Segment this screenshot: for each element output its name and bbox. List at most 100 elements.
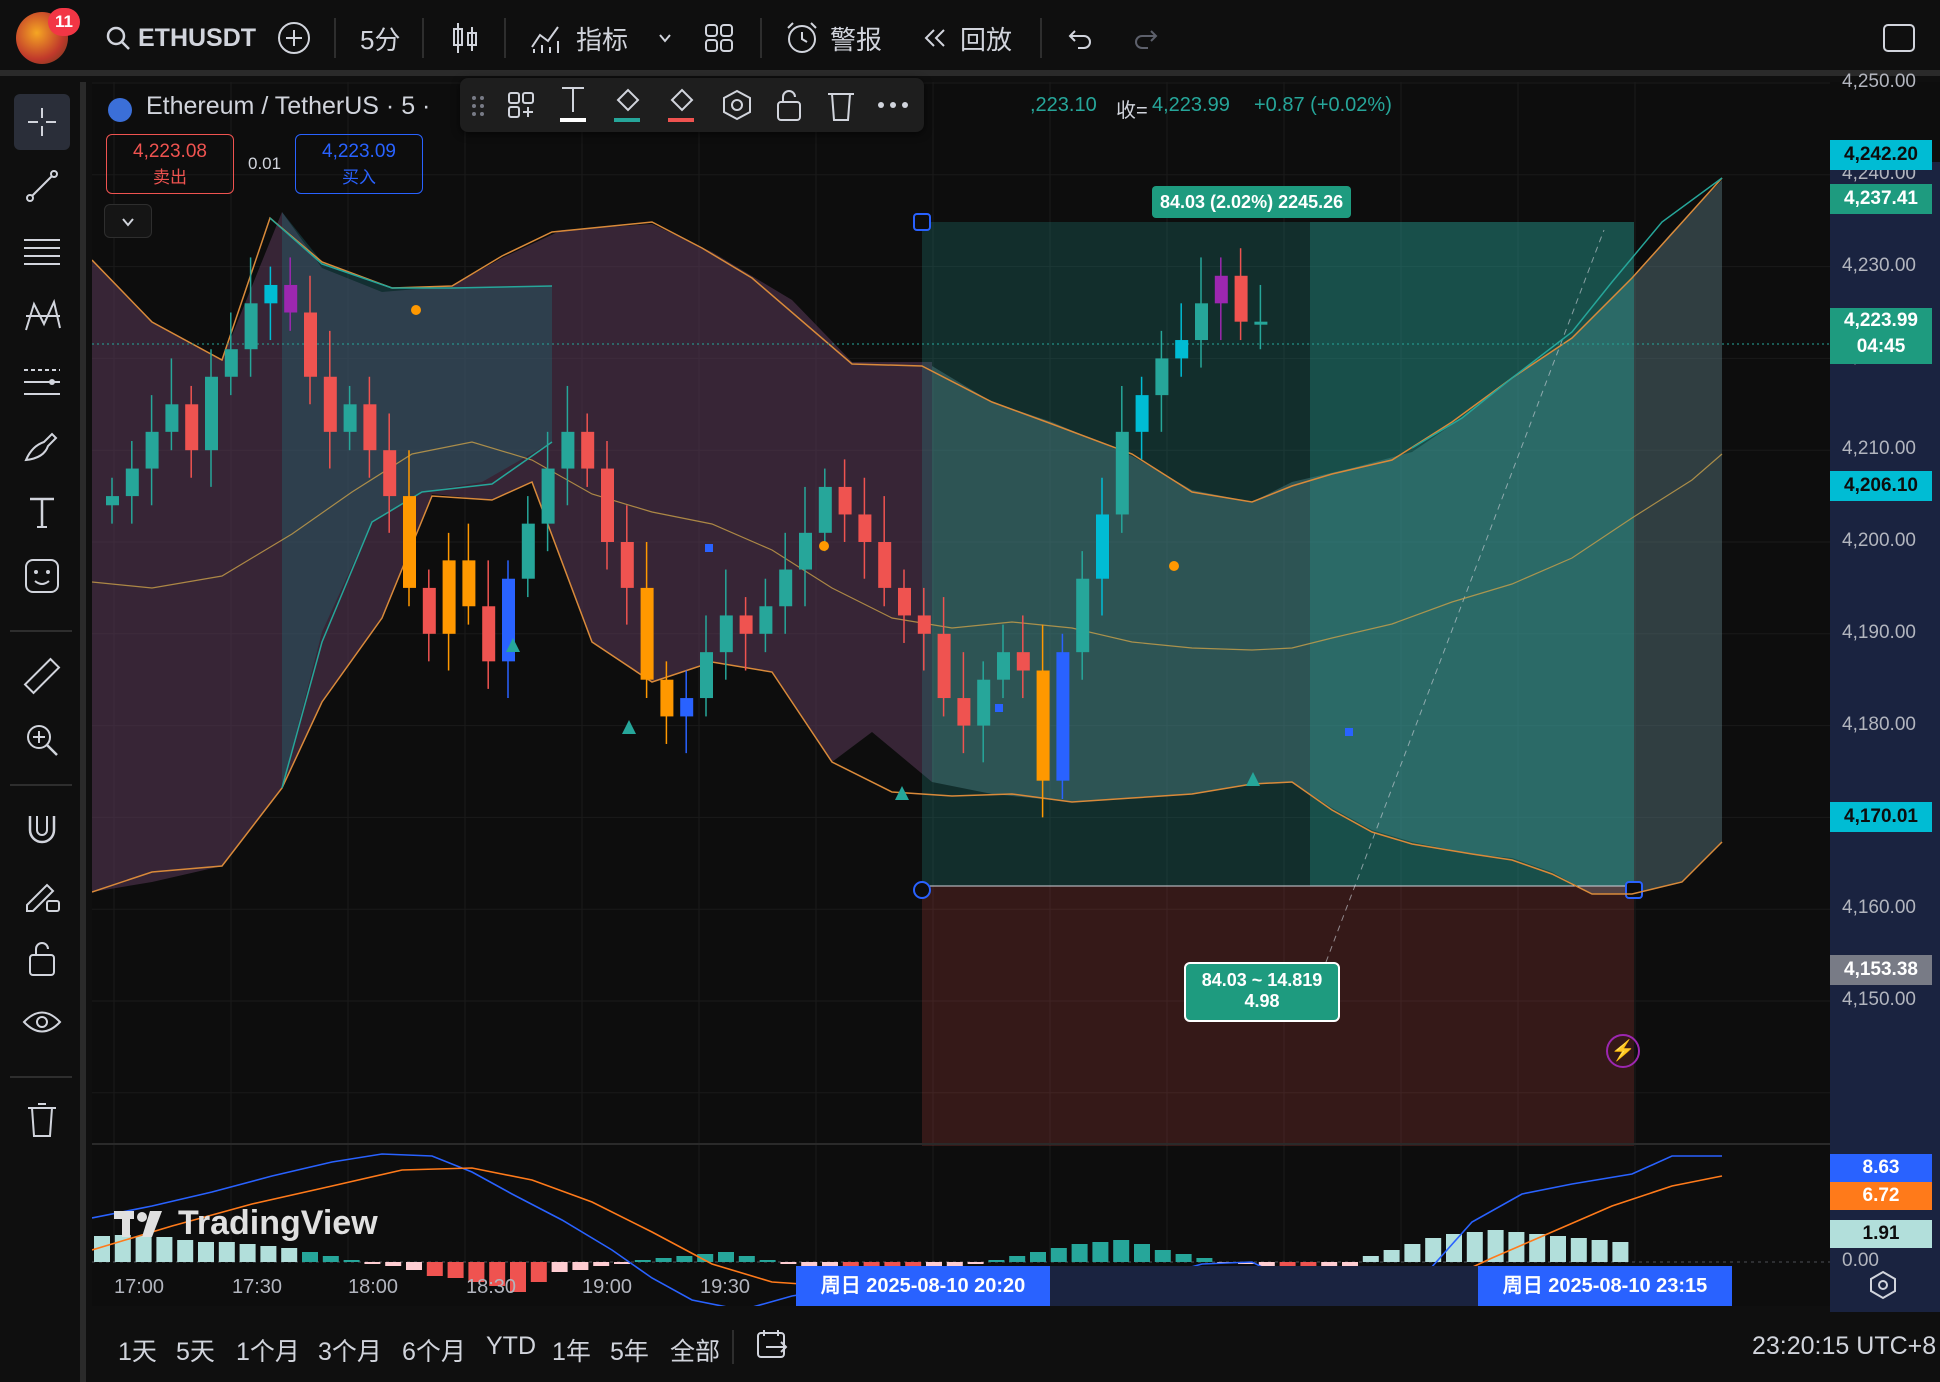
delete-icon[interactable] (826, 88, 856, 122)
magnet-tool[interactable] (14, 802, 70, 858)
replay-button[interactable]: 回放 (920, 18, 1012, 58)
interval-button[interactable]: 5分 (360, 18, 400, 58)
indicators-icon (531, 26, 559, 53)
position-info-line1: 84.03 ~ 14.819 (1201, 970, 1323, 990)
more-icon[interactable] (876, 100, 910, 110)
price-tick-label: 4,230.00 (1842, 254, 1916, 276)
chart-settings-button[interactable] (1868, 1270, 1898, 1305)
trash-icon (28, 1103, 56, 1137)
candle-body (957, 698, 971, 726)
candle-body (304, 312, 317, 377)
macd-zero-tick: 0.00 (1842, 1250, 1879, 1271)
bottom-separator (732, 1330, 734, 1364)
symbol-search-button[interactable]: ETHUSDT (104, 18, 256, 58)
candle-body (799, 532, 812, 570)
clock-timezone[interactable]: 23:20:15 UTC+8 (1752, 1332, 1936, 1361)
macd-bar (988, 1260, 1005, 1262)
range-button[interactable]: 3个月 (318, 1332, 382, 1368)
chart-title[interactable]: Ethereum / TetherUS · 5 · (146, 92, 430, 121)
crosshair-tool[interactable] (14, 94, 70, 150)
macd-bar (551, 1262, 568, 1272)
lock-icon[interactable] (774, 88, 804, 122)
grid-icon (705, 24, 733, 52)
macd-bar (1175, 1254, 1192, 1262)
candle-body (442, 560, 456, 634)
plus-circle-icon (278, 22, 310, 54)
macd-bar (1196, 1258, 1213, 1262)
compare-symbol-button[interactable] (276, 18, 312, 58)
visibility-tool[interactable] (14, 994, 70, 1050)
top-toolbar: 11 ETHUSDT 5分 指标 警报 回放 (0, 0, 1940, 76)
buy-signal-triangle (622, 720, 636, 734)
range-button[interactable]: 5年 (610, 1332, 649, 1368)
price-tick-label: 4,200.00 (1842, 530, 1916, 551)
forecast-tool[interactable] (14, 354, 70, 410)
candle-body (1214, 275, 1228, 304)
pattern-tool[interactable] (14, 288, 70, 344)
symbol-label: ETHUSDT (138, 23, 257, 52)
lock-drawing-tool[interactable] (14, 866, 70, 922)
range-button[interactable]: 6个月 (402, 1332, 466, 1368)
position-handle-bl[interactable] (913, 881, 931, 899)
legend-collapse-button[interactable] (104, 204, 152, 238)
candle-body (739, 615, 753, 634)
macd-bar (1113, 1240, 1130, 1262)
text-tool[interactable] (14, 484, 70, 540)
price-chart[interactable] (92, 82, 1940, 1306)
candles-icon (453, 23, 477, 53)
date-range-button[interactable] (756, 1328, 790, 1365)
alert-button[interactable]: 警报 (784, 18, 882, 58)
range-button[interactable]: 1年 (552, 1332, 591, 1368)
candle-body (997, 652, 1010, 680)
indicators-button[interactable]: 指标 (530, 18, 628, 58)
settings-hexagon-icon (1870, 1270, 1896, 1300)
drag-handle-icon[interactable] (470, 92, 486, 120)
sell-button[interactable]: 4,223.08 卖出 (106, 134, 234, 194)
brush-tool[interactable] (14, 418, 70, 474)
range-button[interactable]: 1天 (118, 1332, 157, 1368)
fib-tool[interactable] (14, 224, 70, 280)
emoji-tool[interactable] (14, 548, 70, 604)
chart-pane[interactable]: Ethereum / TetherUS · 5 · ,223.10 收= 4,2… (92, 71, 1940, 1312)
candle-body (838, 486, 852, 515)
trend-line-tool[interactable] (14, 158, 70, 214)
undo-button[interactable] (1064, 18, 1094, 58)
time-tick-label: 19:00 (582, 1276, 633, 1298)
text-style-icon[interactable] (558, 84, 588, 124)
range-button[interactable]: YTD (486, 1332, 536, 1361)
macd-bar (780, 1262, 797, 1264)
candle-body (1155, 358, 1169, 396)
measure-tool[interactable] (14, 648, 70, 704)
macd-bar (967, 1262, 984, 1264)
replay-marker-icon[interactable]: ⚡ (1606, 1034, 1640, 1068)
eye-icon (22, 1011, 62, 1033)
indicators-dropdown[interactable] (656, 18, 674, 58)
macd-bar (718, 1252, 734, 1262)
fill-color-icon[interactable] (610, 84, 644, 124)
position-handle-br[interactable] (1625, 881, 1643, 899)
fullscreen-button[interactable] (1882, 18, 1916, 58)
macd-tag-macd: 8.63 (1830, 1154, 1932, 1182)
range-button[interactable]: 全部 (670, 1332, 720, 1368)
candle-body (1135, 395, 1149, 432)
remove-drawings-tool[interactable] (14, 1092, 70, 1148)
buy-button[interactable]: 4,223.09 买入 (295, 134, 423, 194)
redo-button[interactable] (1132, 18, 1162, 58)
signal-dot (411, 305, 421, 315)
chart-type-button[interactable] (450, 18, 480, 58)
drawing-floating-toolbar (460, 78, 924, 132)
candle-body (363, 404, 377, 451)
signal-square (705, 544, 713, 552)
position-target-label: 84.03 (2.02%) 2245.26 (1152, 186, 1352, 218)
settings-hexagon-icon[interactable] (720, 88, 754, 122)
zoom-tool[interactable] (14, 712, 70, 768)
layouts-button[interactable] (704, 18, 734, 58)
stop-color-icon[interactable] (664, 84, 698, 124)
template-icon[interactable] (506, 90, 536, 120)
candle-body (1056, 652, 1070, 781)
lock-all-tool[interactable] (14, 930, 70, 986)
range-button[interactable]: 5天 (176, 1332, 215, 1368)
position-handle-tl[interactable] (913, 213, 931, 231)
position-info-box[interactable]: 84.03 ~ 14.819 4.98 (1184, 962, 1340, 1022)
range-button[interactable]: 1个月 (236, 1332, 300, 1368)
